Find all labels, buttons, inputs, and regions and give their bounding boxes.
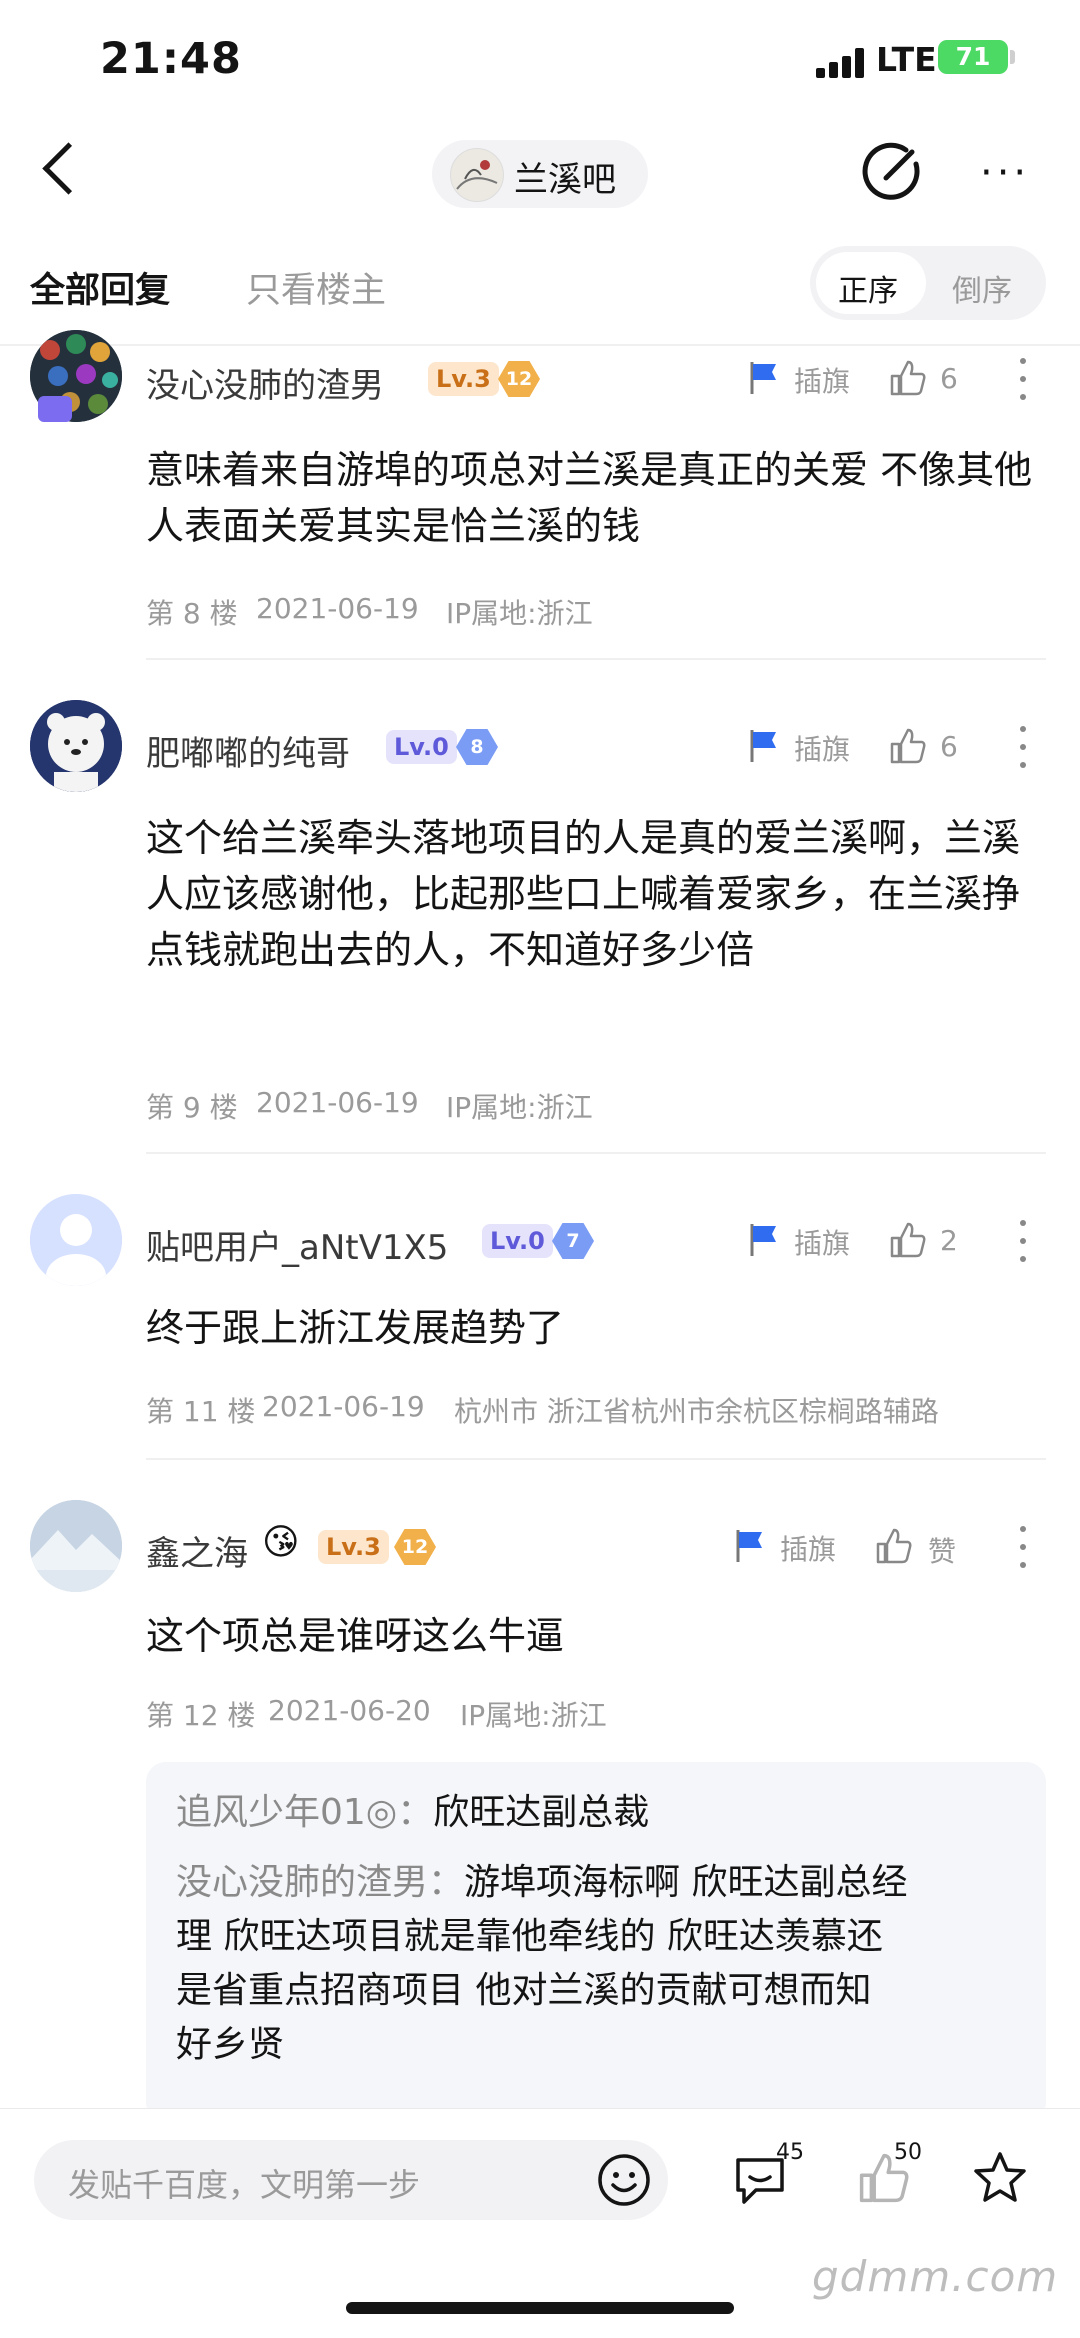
post-date: 2021-06-19 xyxy=(256,1086,419,1119)
thumb-up-icon[interactable] xyxy=(888,726,928,766)
post-location: IP属地:浙江 xyxy=(446,1091,593,1124)
post-location: 杭州市 浙江省杭州市余杭区棕榈路辅路 xyxy=(454,1395,939,1428)
more-options-icon[interactable] xyxy=(1020,1526,1028,1570)
sort-descending[interactable]: 倒序 xyxy=(952,266,1012,310)
tab-all-replies[interactable]: 全部回复 xyxy=(30,262,170,313)
home-indicator[interactable] xyxy=(346,2302,734,2314)
divider xyxy=(0,344,1080,346)
flag-label[interactable]: 插旗 xyxy=(794,728,850,768)
sub-replies-box[interactable]: 追风少年01◎：欣旺达副总裁 没心没肺的渣男：游埠项海标啊 欣旺达副总经 理 欣… xyxy=(146,1762,1046,2122)
reply-input-placeholder[interactable]: 发贴千百度，文明第一步 xyxy=(68,2160,420,2206)
rank-badge: 12 xyxy=(498,361,540,397)
flag-icon[interactable] xyxy=(744,1220,784,1260)
sub-reply-text: 理 欣旺达项目就是靠他牵线的 欣旺达羡慕还 xyxy=(176,1916,883,1957)
sub-reply-text: 好乡贤 xyxy=(176,2024,285,2065)
post-floor: 第 9 楼 xyxy=(146,1091,238,1124)
username[interactable]: 贴吧用户_aNtV1X5 xyxy=(146,1220,448,1269)
post-floor: 第 12 楼 xyxy=(146,1699,256,1732)
avatar[interactable] xyxy=(30,1194,122,1286)
comment-count: 45 xyxy=(776,2140,804,2165)
post-content: 终于跟上浙江发展趋势了 xyxy=(146,1306,565,1350)
flag-label[interactable]: 插旗 xyxy=(794,1222,850,1262)
watermark: gdmm.com xyxy=(812,2252,1059,2301)
avatar-badge-icon xyxy=(38,396,72,422)
post-date: 2021-06-19 xyxy=(256,592,419,625)
sub-reply-text: 是省重点招商项目 他对兰溪的贡献可想而知 xyxy=(176,1970,872,2011)
emoji-icon[interactable] xyxy=(596,2152,652,2208)
level-badge: Lv.3 xyxy=(428,362,499,396)
flag-icon[interactable] xyxy=(730,1526,770,1566)
battery-cap xyxy=(1010,50,1015,64)
like-count: 2 xyxy=(940,1224,958,1257)
back-icon[interactable] xyxy=(42,142,95,195)
post-date: 2021-06-20 xyxy=(268,1694,431,1727)
post-date: 2021-06-19 xyxy=(262,1390,425,1423)
username[interactable]: 肥嘟嘟的纯哥 xyxy=(146,726,350,775)
post-content: 这个项总是谁呀这么牛逼 xyxy=(146,1614,565,1658)
post-location: IP属地:浙江 xyxy=(446,597,593,630)
level-badge: Lv.3 xyxy=(318,1530,389,1564)
forum-avatar[interactable] xyxy=(450,148,504,202)
like-label[interactable]: 赞 xyxy=(928,1530,956,1570)
rank-badge: 7 xyxy=(552,1223,594,1259)
divider xyxy=(146,658,1046,660)
battery-icon: 71 xyxy=(938,40,1008,74)
level-badge: Lv.0 xyxy=(386,730,457,764)
more-icon[interactable]: ··· xyxy=(980,153,1030,193)
post-content: 这个给兰溪牵头落地项目的人是真的爱兰溪啊，兰溪人应该感谢他，比起那些口上喊着爱家… xyxy=(146,816,1021,972)
forum-name[interactable]: 兰溪吧 xyxy=(514,152,616,201)
sort-ascending[interactable]: 正序 xyxy=(838,266,898,310)
like-count: 6 xyxy=(940,730,958,763)
divider xyxy=(146,1152,1046,1154)
thumb-up-icon[interactable] xyxy=(888,358,928,398)
sub-reply-author[interactable]: 追风少年01◎： xyxy=(176,1792,433,1833)
network-label: LTE xyxy=(876,40,937,79)
post-location: IP属地:浙江 xyxy=(460,1699,607,1732)
more-options-icon[interactable] xyxy=(1020,358,1028,402)
like-count: 50 xyxy=(894,2140,922,2165)
username[interactable]: 鑫之海 xyxy=(146,1526,248,1575)
sub-reply: 追风少年01◎：欣旺达副总裁 xyxy=(176,1786,1026,1840)
flag-label[interactable]: 插旗 xyxy=(794,360,850,400)
sub-reply-author[interactable]: 没心没肺的渣男： xyxy=(176,1862,464,1903)
sub-reply-text: 游埠项海标啊 欣旺达副总经 xyxy=(464,1862,908,1903)
status-time: 21:48 xyxy=(100,34,242,84)
like-count: 6 xyxy=(940,362,958,395)
more-options-icon[interactable] xyxy=(1020,726,1028,770)
star-icon[interactable] xyxy=(970,2148,1030,2208)
rank-badge: 12 xyxy=(394,1529,436,1565)
thumb-up-icon[interactable] xyxy=(874,1526,914,1566)
divider xyxy=(146,1458,1046,1460)
sub-reply: 没心没肺的渣男：游埠项海标啊 欣旺达副总经 xyxy=(176,1856,1026,1910)
emoji-kiss-icon: 😘 xyxy=(262,1522,300,1563)
tab-only-op[interactable]: 只看楼主 xyxy=(246,262,386,313)
post-floor: 第 11 楼 xyxy=(146,1395,256,1428)
rank-badge: 8 xyxy=(456,729,498,765)
signal-icon xyxy=(816,48,864,78)
thumb-up-icon[interactable] xyxy=(888,1220,928,1260)
level-badge: Lv.0 xyxy=(482,1224,553,1258)
edit-post-icon[interactable] xyxy=(862,140,924,202)
sub-reply-text: 欣旺达副总裁 xyxy=(433,1792,650,1833)
username[interactable]: 没心没肺的渣男 xyxy=(146,358,384,407)
more-options-icon[interactable] xyxy=(1020,1220,1028,1264)
flag-label[interactable]: 插旗 xyxy=(780,1528,836,1568)
avatar[interactable] xyxy=(30,1500,122,1592)
avatar[interactable] xyxy=(30,700,122,792)
post-floor: 第 8 楼 xyxy=(146,597,238,630)
post-content: 意味着来自游埠的项总对兰溪是真正的关爱 不像其他人表面关爱其实是恰兰溪的钱 xyxy=(146,448,1033,548)
flag-icon[interactable] xyxy=(744,726,784,766)
flag-icon[interactable] xyxy=(744,358,784,398)
